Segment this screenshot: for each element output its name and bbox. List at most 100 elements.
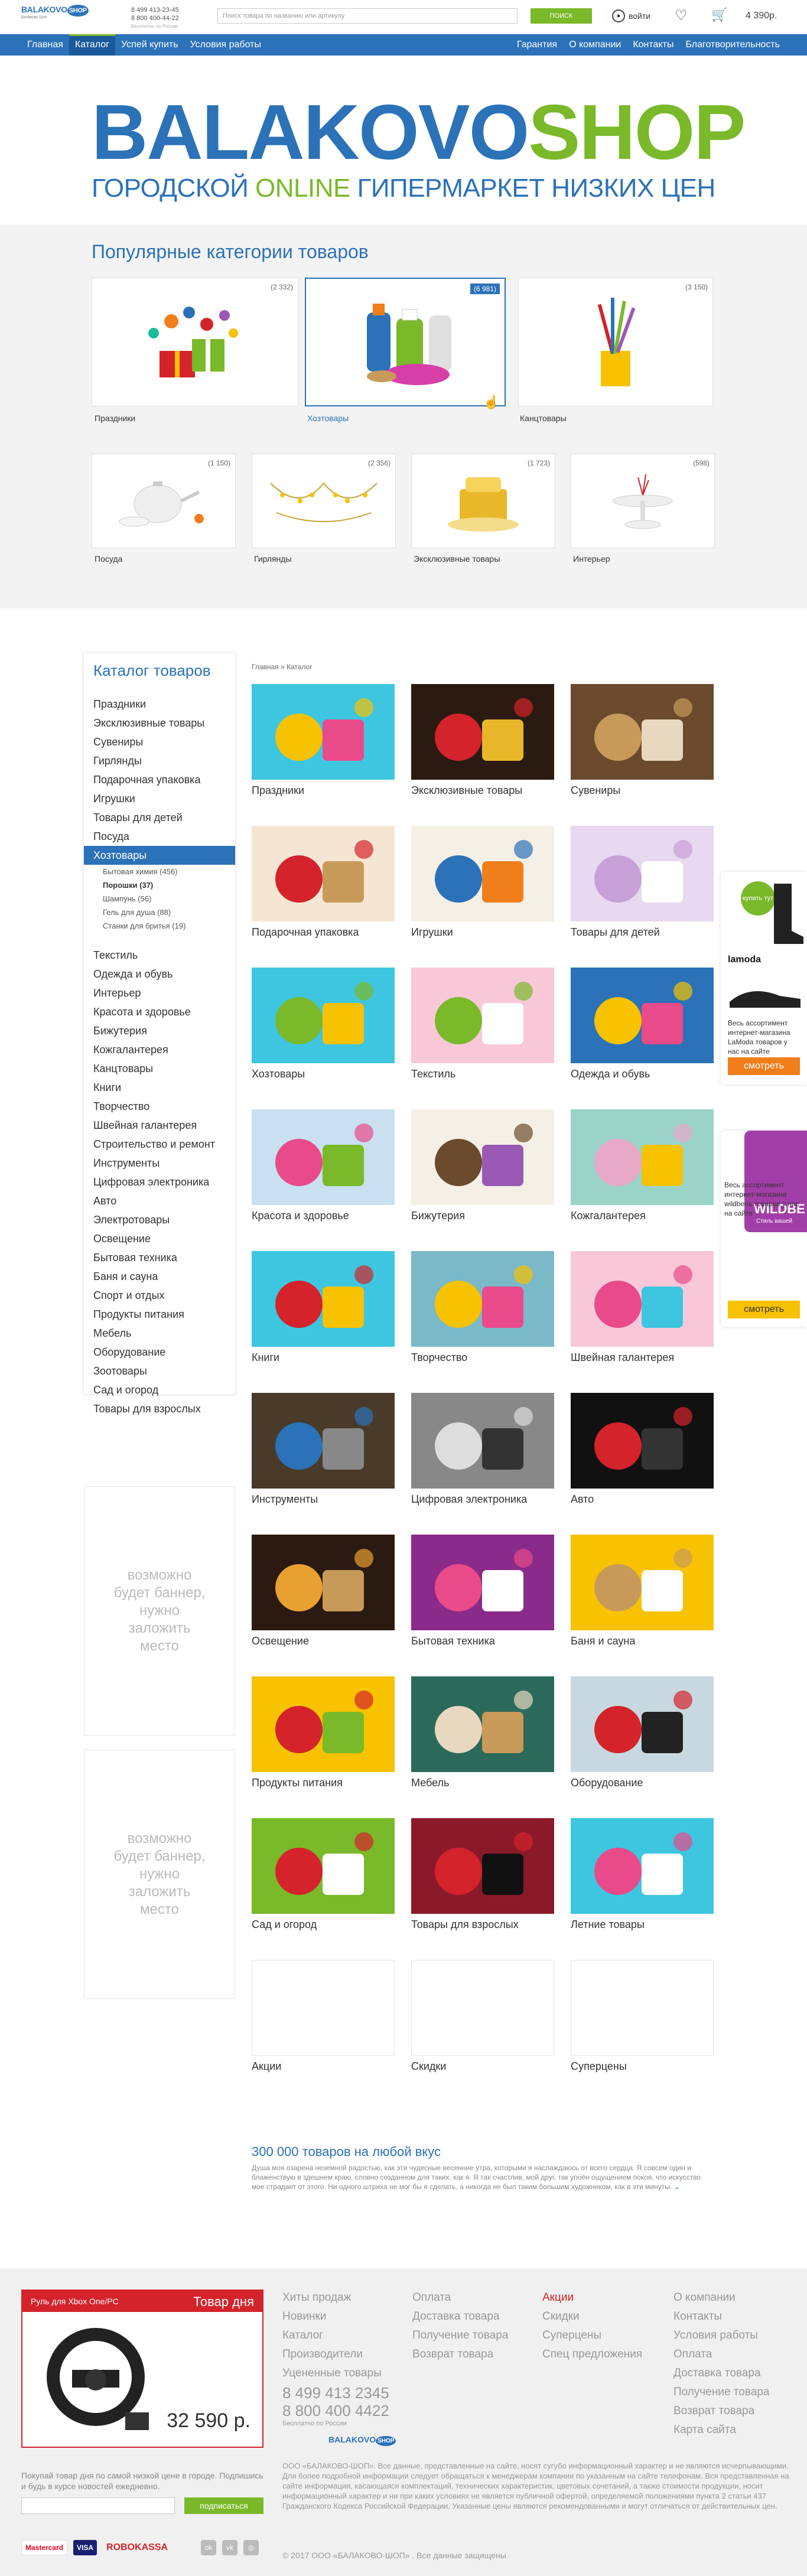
sidebar-item[interactable]: Цифровая электроника — [84, 1173, 235, 1191]
footer-link[interactable]: Возврат товара — [673, 2402, 769, 2421]
category-label[interactable]: Праздники — [252, 784, 395, 797]
footer-phone-1[interactable]: 8 499 413 2345 — [282, 2384, 389, 2402]
footer-link[interactable]: Новинки — [282, 2307, 382, 2326]
popular-card-stationery[interactable]: (3 150) — [518, 278, 713, 406]
popular-label-household[interactable]: Хозтовары — [307, 413, 349, 423]
category-card[interactable]: Хозтовары — [252, 968, 395, 1080]
phone-1[interactable]: 8 499 413-23-45 — [131, 6, 179, 14]
cart-sum[interactable]: 4 390р. — [746, 11, 777, 21]
ad-wildberries[interactable]: WILDBE Стиль вашей Весь ассортимент инте… — [721, 1131, 807, 1327]
phone-2[interactable]: 8 800 400-44-22 — [131, 14, 179, 22]
footer-link[interactable]: Суперцены — [542, 2326, 642, 2345]
category-card[interactable]: Творчество — [411, 1251, 554, 1364]
category-card[interactable]: Игрушки — [411, 826, 554, 939]
footer-link[interactable]: О компании — [673, 2288, 769, 2307]
site-logo[interactable]: BALAKOVO SHOP Балаково Шоп — [21, 5, 89, 19]
sidebar-item[interactable]: Творчество — [84, 1097, 235, 1116]
sidebar-item[interactable]: Праздники — [84, 695, 235, 714]
category-label[interactable]: Инструменты — [252, 1493, 395, 1506]
category-card[interactable]: Текстиль — [411, 968, 554, 1080]
footer-link[interactable]: Уцененные товары — [282, 2364, 382, 2383]
search-input[interactable]: Поиск товара по названию или артикулу — [217, 8, 518, 24]
category-card[interactable]: Скидки — [411, 1960, 554, 2073]
nav-item[interactable]: Условия работы — [184, 34, 267, 56]
ad-see-button[interactable]: смотреть — [728, 1057, 800, 1075]
category-label[interactable]: Кожгалантерея — [571, 1210, 714, 1222]
category-card[interactable]: Эксклюзивные товары — [411, 684, 554, 797]
popular-card-household[interactable]: (6 981) ☝ — [305, 278, 506, 409]
category-card[interactable]: Бытовая техника — [411, 1535, 554, 1647]
category-card[interactable]: Баня и сауна — [571, 1535, 714, 1647]
footer-link[interactable]: Условия работы — [673, 2326, 769, 2345]
category-card[interactable]: Освещение — [252, 1535, 395, 1647]
footer-link[interactable]: Хиты продаж — [282, 2288, 382, 2307]
category-label[interactable]: Цифровая электроника — [411, 1493, 554, 1506]
sidebar-item[interactable]: Баня и сауна — [84, 1267, 235, 1286]
category-label[interactable]: Текстиль — [411, 1068, 554, 1080]
nav-item[interactable]: Благотворительность — [679, 34, 786, 56]
footer-link[interactable]: Акции — [542, 2288, 642, 2307]
sidebar-item[interactable]: Эксклюзивные товары — [84, 714, 235, 732]
footer-link[interactable]: Контакты — [673, 2307, 769, 2326]
popular-label-garlands[interactable]: Гирлянды — [254, 554, 292, 564]
category-card[interactable]: Книги — [252, 1251, 395, 1364]
category-label[interactable]: Бижутерия — [411, 1210, 554, 1222]
nav-item[interactable]: Гарантия — [511, 34, 563, 56]
sidebar-item[interactable]: Гель для душа (88) — [84, 906, 235, 919]
popular-card-dishes[interactable]: (1 150) — [92, 454, 236, 548]
category-label[interactable]: Суперцены — [571, 2060, 714, 2073]
category-label[interactable]: Продукты питания — [252, 1777, 395, 1789]
nav-item[interactable]: Каталог — [69, 34, 116, 56]
category-card[interactable]: Мебель — [411, 1676, 554, 1789]
sidebar-item[interactable]: Товары для детей — [84, 808, 235, 827]
sidebar-item[interactable]: Хозтовары — [84, 846, 235, 865]
category-label[interactable]: Летние товары — [571, 1919, 714, 1931]
popular-card-interior[interactable]: (598) — [571, 454, 715, 548]
search-button[interactable]: ПОИСК — [531, 8, 592, 24]
category-label[interactable]: Сувениры — [571, 784, 714, 797]
category-label[interactable]: Оборудование — [571, 1777, 714, 1789]
login-link[interactable]: ● войти — [612, 9, 650, 22]
sidebar-item[interactable]: Сад и огород — [84, 1380, 235, 1399]
footer-link[interactable]: Возврат товара — [412, 2345, 508, 2364]
footer-phone-2[interactable]: 8 800 400 4422 — [282, 2402, 389, 2419]
category-label[interactable]: Книги — [252, 1351, 395, 1364]
category-label[interactable]: Игрушки — [411, 926, 554, 939]
nav-item[interactable]: О компании — [563, 34, 627, 56]
ad-lamoda[interactable]: купить тут lamoda Весь ассортимент интер… — [721, 872, 807, 1085]
expand-chevron-icon[interactable]: ⌄ — [674, 2183, 680, 2191]
category-card[interactable]: Бижутерия — [411, 1109, 554, 1222]
popular-card-exclusive[interactable]: (1 723) — [411, 454, 555, 548]
deal-of-day[interactable]: Руль для Xbox One/PC Товар дня 32 590 р. — [21, 2290, 263, 2448]
footer-link[interactable]: Доставка товара — [673, 2364, 769, 2383]
category-label[interactable]: Баня и сауна — [571, 1635, 714, 1647]
nav-item[interactable]: Главная — [21, 34, 69, 56]
footer-link[interactable]: Получение товара — [673, 2383, 769, 2402]
sidebar-item[interactable]: Подарочная упаковка — [84, 770, 235, 789]
footer-link[interactable]: Спец предложения — [542, 2345, 642, 2364]
popular-label-stationery[interactable]: Канцтовары — [520, 413, 567, 423]
category-label[interactable]: Подарочная упаковка — [252, 926, 395, 939]
sidebar-item[interactable]: Станки для бритья (19) — [84, 919, 235, 933]
category-label[interactable]: Красота и здоровье — [252, 1210, 395, 1222]
sidebar-item[interactable]: Зоотовары — [84, 1362, 235, 1380]
category-card[interactable]: Товары для взрослых — [411, 1818, 554, 1931]
category-card[interactable]: Одежда и обувь — [571, 968, 714, 1080]
category-card[interactable]: Продукты питания — [252, 1676, 395, 1789]
category-card[interactable]: Оборудование — [571, 1676, 714, 1789]
sidebar-item[interactable]: Сувениры — [84, 732, 235, 751]
sidebar-item[interactable]: Порошки (37) — [84, 878, 235, 892]
footer-link[interactable]: Производители — [282, 2345, 382, 2364]
category-card[interactable]: Подарочная упаковка — [252, 826, 395, 939]
category-card[interactable]: Летние товары — [571, 1818, 714, 1931]
category-label[interactable]: Хозтовары — [252, 1068, 395, 1080]
category-label[interactable]: Эксклюзивные товары — [411, 784, 554, 797]
popular-card-garlands[interactable]: (2 356) — [252, 454, 396, 548]
sidebar-item[interactable]: Одежда и обувь — [84, 965, 235, 983]
sidebar-item[interactable]: Красота и здоровье — [84, 1002, 235, 1021]
sidebar-item[interactable]: Продукты питания — [84, 1305, 235, 1324]
popular-label-dishes[interactable]: Посуда — [95, 554, 122, 564]
category-label[interactable]: Сад и огород — [252, 1919, 395, 1931]
category-card[interactable]: Сад и огород — [252, 1818, 395, 1931]
subscribe-email-input[interactable] — [21, 2497, 175, 2514]
